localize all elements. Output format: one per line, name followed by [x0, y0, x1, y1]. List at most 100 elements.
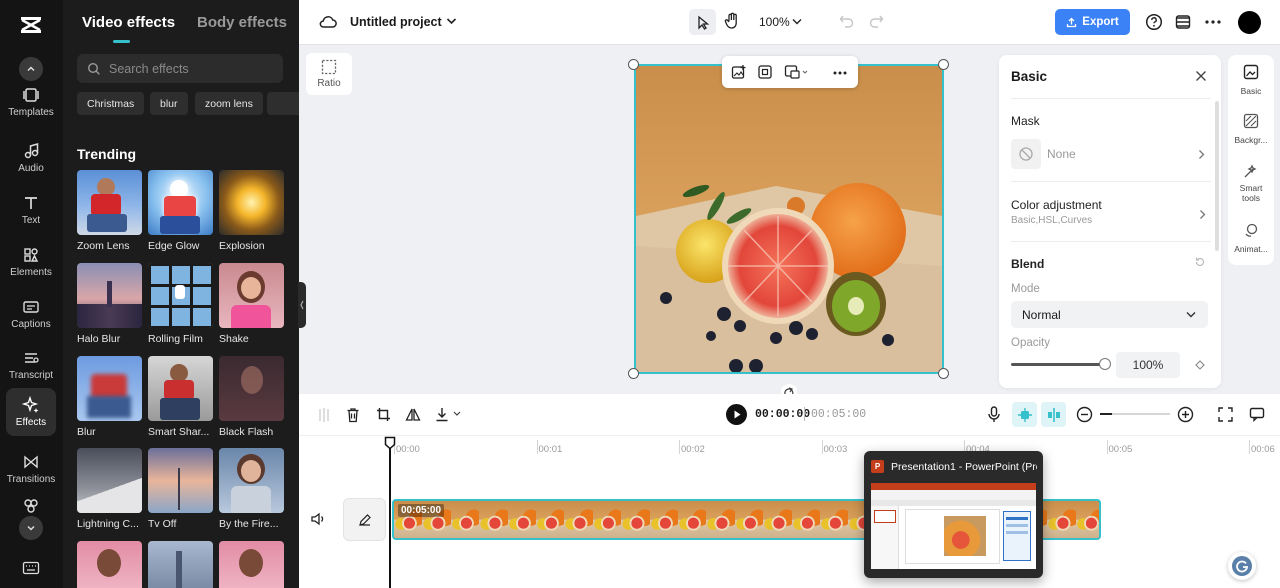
- ratio-button[interactable]: Ratio: [306, 53, 352, 95]
- select-tool-button[interactable]: [689, 9, 716, 35]
- add-to-canvas-icon[interactable]: [731, 64, 747, 80]
- effect-card[interactable]: Smart Shar...: [148, 356, 213, 438]
- opacity-value[interactable]: 100%: [1116, 352, 1180, 378]
- effect-card[interactable]: Explosion: [219, 170, 284, 252]
- effect-card[interactable]: Edge Glow: [148, 170, 213, 252]
- reset-icon[interactable]: [1194, 256, 1206, 268]
- edit-cover-button[interactable]: [343, 498, 386, 541]
- zoom-out-icon[interactable]: [1076, 406, 1093, 423]
- flip-icon[interactable]: [405, 407, 421, 422]
- resize-handle[interactable]: [628, 59, 639, 70]
- rail-label: Templates: [8, 107, 54, 118]
- effect-card[interactable]: [148, 541, 213, 588]
- side-tab-basic[interactable]: Basic: [1228, 64, 1274, 96]
- capcut-logo[interactable]: [18, 12, 44, 38]
- hand-tool-icon[interactable]: [724, 12, 740, 30]
- chip-more[interactable]: [267, 92, 299, 115]
- taskbar-preview-popup[interactable]: P Presentation1 - PowerPoint (Pro...: [864, 451, 1043, 578]
- microphone-icon[interactable]: [987, 406, 1001, 423]
- chip-blur[interactable]: blur: [150, 92, 188, 115]
- panel-collapse-handle[interactable]: [298, 282, 306, 328]
- resize-handle[interactable]: [938, 368, 949, 379]
- rail-item-effects[interactable]: Effects: [6, 388, 56, 436]
- redo-icon[interactable]: [869, 14, 884, 28]
- mask-selector[interactable]: None: [1011, 139, 1207, 169]
- rail-scroll-down-button[interactable]: [19, 516, 43, 540]
- cloud-icon[interactable]: [319, 14, 337, 30]
- effect-card[interactable]: Tv Off: [148, 448, 213, 530]
- replace-icon[interactable]: [784, 64, 808, 80]
- effect-card[interactable]: Black Flash: [219, 356, 284, 438]
- rail-item-audio[interactable]: Audio: [6, 134, 56, 182]
- effect-card[interactable]: Halo Blur: [77, 263, 142, 345]
- track-audio-icon[interactable]: [310, 512, 326, 526]
- download-icon[interactable]: [435, 407, 463, 422]
- undo-icon[interactable]: [839, 14, 854, 28]
- fit-screen-icon[interactable]: [1218, 407, 1233, 422]
- effect-card[interactable]: Lightning C...: [77, 448, 142, 530]
- split-align-icon: [1047, 407, 1060, 422]
- keyboard-icon[interactable]: [22, 560, 40, 576]
- effect-card[interactable]: [219, 541, 284, 588]
- rail-item-captions[interactable]: Captions: [6, 290, 56, 338]
- effect-label: Tv Off: [148, 518, 177, 530]
- upload-icon: [1067, 17, 1077, 27]
- link-toggle[interactable]: [1041, 402, 1066, 427]
- storage-icon[interactable]: [1175, 14, 1191, 30]
- canvas-image[interactable]: [634, 64, 944, 374]
- side-tab-smart-tools[interactable]: Smart tools: [1228, 163, 1274, 203]
- color-adjustment-row[interactable]: Color adjustment Basic,HSL,Curves: [999, 191, 1221, 233]
- effect-thumbnail: [148, 263, 213, 328]
- chip-christmas[interactable]: Christmas: [77, 92, 145, 115]
- rail-item-transcript[interactable]: Transcript: [6, 341, 56, 389]
- zoom-chevron-icon[interactable]: [792, 18, 802, 25]
- opacity-slider-thumb[interactable]: [1099, 358, 1111, 370]
- more-options-icon[interactable]: [833, 71, 847, 75]
- effect-card[interactable]: Shake: [219, 263, 284, 345]
- search-input[interactable]: [109, 61, 269, 76]
- feedback-icon[interactable]: [1249, 407, 1265, 422]
- chip-zoom-lens[interactable]: zoom lens: [195, 92, 263, 115]
- effect-card[interactable]: Rolling Film: [148, 263, 213, 345]
- basic-icon: [1243, 64, 1259, 80]
- crop-fit-icon[interactable]: [757, 64, 773, 80]
- tab-video-effects[interactable]: Video effects: [82, 14, 175, 31]
- rail-item-elements[interactable]: Elements: [6, 238, 56, 286]
- scrollbar[interactable]: [1215, 101, 1219, 251]
- rail-item-transitions[interactable]: Transitions: [6, 445, 56, 493]
- play-button[interactable]: [726, 404, 747, 425]
- effect-card[interactable]: Zoom Lens: [77, 170, 142, 252]
- resize-handle[interactable]: [938, 59, 949, 70]
- chevron-down-icon[interactable]: [446, 17, 457, 25]
- side-tab-animation[interactable]: Animat...: [1228, 222, 1274, 254]
- tab-body-effects[interactable]: Body effects: [197, 14, 287, 31]
- export-button[interactable]: Export: [1055, 9, 1130, 35]
- help-icon[interactable]: [1145, 13, 1163, 31]
- mode-select[interactable]: Normal: [1011, 301, 1208, 328]
- effect-card[interactable]: Blur: [77, 356, 142, 438]
- rail-item-templates[interactable]: Templates: [6, 78, 56, 126]
- floating-toolbar: [722, 56, 858, 88]
- more-icon[interactable]: [1205, 20, 1221, 24]
- keyframe-icon[interactable]: [1195, 360, 1205, 370]
- opacity-slider[interactable]: [1011, 363, 1105, 366]
- close-icon[interactable]: [1195, 70, 1207, 82]
- zoom-level[interactable]: 100%: [759, 15, 790, 29]
- preview-thumbnail: [871, 483, 1036, 569]
- zoom-in-icon[interactable]: [1177, 406, 1194, 423]
- project-title[interactable]: Untitled project: [350, 15, 442, 29]
- ruler-tick-line: [679, 440, 680, 454]
- resize-handle[interactable]: [628, 368, 639, 379]
- delete-icon[interactable]: [346, 407, 360, 423]
- divider: [1011, 181, 1211, 182]
- effect-card[interactable]: By the Fire...: [219, 448, 284, 530]
- grammarly-button[interactable]: [1228, 552, 1256, 580]
- side-tab-background[interactable]: Backgr...: [1228, 113, 1274, 145]
- split-icon[interactable]: [317, 407, 331, 423]
- avatar[interactable]: [1238, 11, 1261, 34]
- magnet-toggle[interactable]: [1012, 402, 1037, 427]
- plugins-icon[interactable]: [22, 497, 40, 515]
- crop-icon[interactable]: [376, 407, 391, 422]
- rail-item-text[interactable]: Text: [6, 186, 56, 234]
- effect-card[interactable]: [77, 541, 142, 588]
